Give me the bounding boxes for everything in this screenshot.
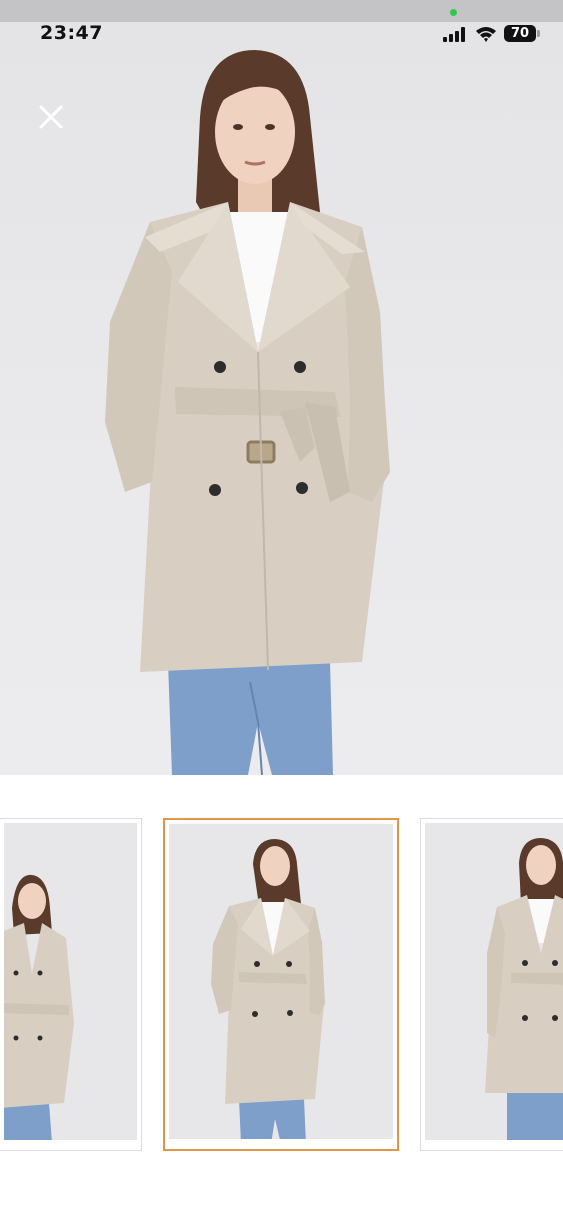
battery-cap xyxy=(537,30,540,37)
thumbnail-1-illustration xyxy=(4,874,74,1140)
thumbnail-1[interactable] xyxy=(0,818,142,1151)
main-product-image[interactable] xyxy=(0,22,563,775)
close-icon xyxy=(39,105,63,129)
thumbnail-1-image xyxy=(4,823,137,1140)
close-button[interactable] xyxy=(34,100,68,134)
thumbnail-strip[interactable] xyxy=(0,775,563,1175)
thumbnail-2-image xyxy=(169,824,393,1139)
thumbnail-2[interactable] xyxy=(163,818,399,1151)
model-in-trench-coat-illustration xyxy=(105,50,390,775)
thumbnail-3-image xyxy=(425,823,563,1140)
signal-icon xyxy=(443,27,469,42)
wifi-icon xyxy=(476,27,496,42)
thumbnail-3[interactable] xyxy=(420,818,563,1151)
thumbnail-3-illustration xyxy=(485,838,563,1140)
thumbnail-2-illustration xyxy=(211,839,325,1139)
battery-icon: 70 xyxy=(504,25,536,42)
status-time: 23:47 xyxy=(40,22,103,44)
status-bar-top-strip xyxy=(0,0,563,22)
privacy-indicator-dot xyxy=(450,9,457,16)
